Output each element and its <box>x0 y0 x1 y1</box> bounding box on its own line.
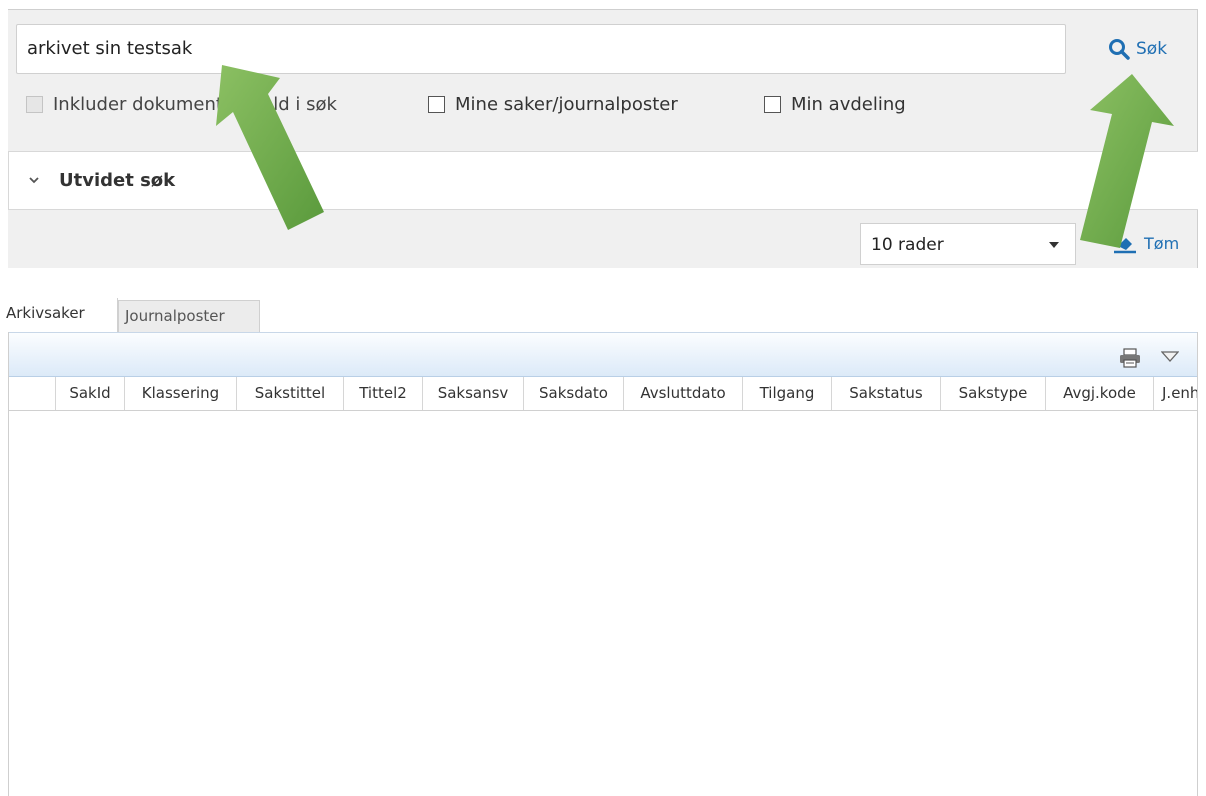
caret-down-icon <box>1049 242 1059 248</box>
advanced-search-toggle[interactable]: Utvidet søk <box>8 151 1198 210</box>
my-department-label: Min avdeling <box>791 94 906 115</box>
search-input-value[interactable]: arkivet sin testsak <box>27 38 192 59</box>
column-header[interactable]: Sakstype <box>940 377 1045 410</box>
rows-per-page-select[interactable]: 10 rader <box>860 223 1076 265</box>
column-header[interactable]: Saksansv <box>422 377 523 410</box>
results-grid: SakId Klassering Sakstittel Tittel2 Saks… <box>8 332 1198 796</box>
search-button[interactable]: Søk <box>1108 36 1167 62</box>
column-header[interactable]: Sakstittel <box>236 377 343 410</box>
my-cases-label: Mine saker/journalposter <box>455 94 678 115</box>
search-panel: arkivet sin testsak Søk Inkluder dokumen… <box>8 9 1198 268</box>
search-icon <box>1109 39 1130 60</box>
column-header[interactable]: Avsluttdato <box>623 377 742 410</box>
chevron-down-icon <box>29 177 39 184</box>
column-header[interactable]: J.enhet <box>1153 377 1197 410</box>
my-cases-checkbox[interactable] <box>428 96 445 113</box>
my-cases-option: Mine saker/journalposter <box>428 94 678 115</box>
dropdown-menu-icon[interactable] <box>1161 351 1179 363</box>
column-header[interactable]: Avgj.kode <box>1045 377 1153 410</box>
annotation-arrow <box>216 65 324 230</box>
search-button-label: Søk <box>1136 39 1168 59</box>
tab-arkivsaker[interactable]: Arkivsaker <box>0 298 118 332</box>
column-header[interactable]: Saksdato <box>523 377 623 410</box>
column-header[interactable]: SakId <box>55 377 124 410</box>
rows-per-page-value: 10 rader <box>871 235 944 255</box>
column-header[interactable]: Klassering <box>124 377 236 410</box>
grid-header: SakId Klassering Sakstittel Tittel2 Saks… <box>9 377 1197 411</box>
column-header[interactable]: Tittel2 <box>343 377 422 410</box>
my-department-checkbox[interactable] <box>764 96 781 113</box>
print-icon[interactable] <box>1119 348 1141 368</box>
grid-toolbar <box>9 332 1197 377</box>
column-header[interactable]: Sakstatus <box>831 377 940 410</box>
column-header[interactable]: Tilgang <box>742 377 831 410</box>
tab-journalposter[interactable]: Journalposter <box>118 300 260 332</box>
annotation-arrow <box>1080 74 1174 248</box>
advanced-search-label: Utvidet søk <box>59 170 176 191</box>
include-content-checkbox[interactable] <box>26 96 43 113</box>
my-department-option: Min avdeling <box>764 94 906 115</box>
search-input[interactable]: arkivet sin testsak <box>16 24 1066 74</box>
